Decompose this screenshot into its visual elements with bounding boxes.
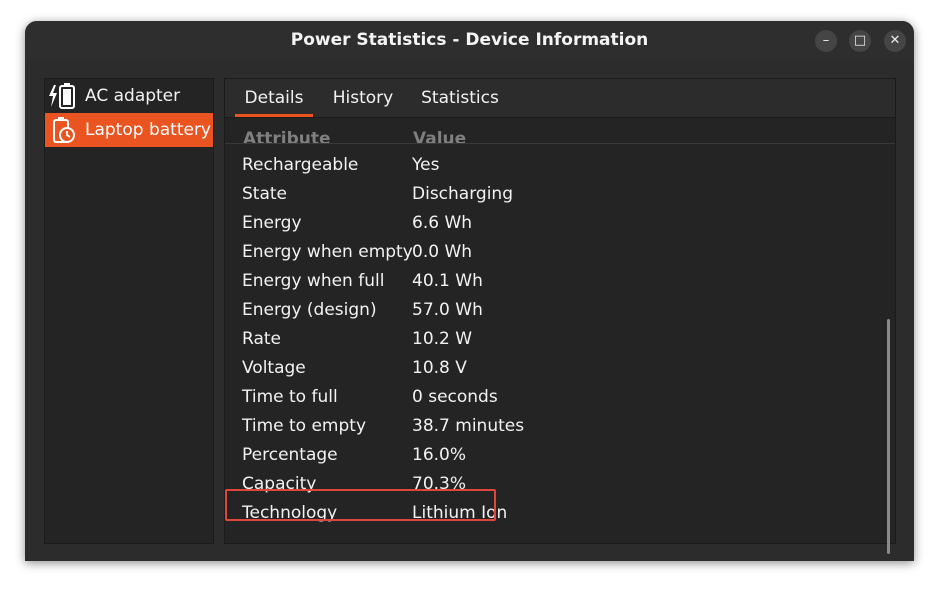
attribute-cell: Energy <box>242 213 302 233</box>
minimize-button[interactable]: – <box>815 30 837 52</box>
value-cell: 6.6 Wh <box>412 213 473 233</box>
details-scrollbar[interactable] <box>887 319 890 554</box>
value-cell: 10.8 V <box>412 358 467 378</box>
device-details-panel: Details History Statistics Attribute Val… <box>224 78 896 544</box>
capacity-highlight-box <box>225 489 496 521</box>
attribute-cell: Energy (design) <box>242 300 377 320</box>
device-item-laptop-battery[interactable]: Laptop battery <box>45 113 213 147</box>
window-title: Power Statistics - Device Information <box>290 30 649 50</box>
tab-statistics[interactable]: Statistics <box>415 79 505 117</box>
value-cell: 57.0 Wh <box>412 300 483 320</box>
header-divider <box>225 143 895 144</box>
value-cell: 0 seconds <box>412 387 498 407</box>
attribute-cell: Energy when empty <box>242 242 413 262</box>
table-row[interactable]: Time to full 0 seconds <box>242 383 862 412</box>
value-cell: Yes <box>412 155 440 175</box>
value-cell: 10.2 W <box>412 329 473 349</box>
table-row[interactable]: Rate 10.2 W <box>242 325 862 354</box>
attribute-cell: Time to empty <box>242 416 367 436</box>
table-row[interactable]: Voltage 10.8 V <box>242 354 862 383</box>
maximize-button[interactable]: □ <box>849 30 871 52</box>
close-button[interactable]: ✕ <box>884 30 906 52</box>
table-row[interactable]: Percentage 16.0% <box>242 441 862 470</box>
device-list: AC adapter Laptop battery <box>44 78 214 544</box>
ac-adapter-icon <box>45 79 79 113</box>
device-item-label: AC adapter <box>85 86 181 106</box>
attribute-cell: Percentage <box>242 445 338 465</box>
table-row[interactable]: Energy 6.6 Wh <box>242 209 862 238</box>
table-row[interactable]: State Discharging <box>242 180 862 209</box>
table-row[interactable]: Energy (design) 57.0 Wh <box>242 296 862 325</box>
attribute-cell: Energy when full <box>242 271 385 291</box>
table-row[interactable]: Energy when full 40.1 Wh <box>242 267 862 296</box>
device-item-label: Laptop battery <box>85 120 211 140</box>
tab-bar: Details History Statistics <box>225 79 895 118</box>
attribute-cell: Rechargeable <box>242 155 359 175</box>
table-row[interactable]: Time to empty 38.7 minutes <box>242 412 862 441</box>
attribute-cell: Voltage <box>242 358 306 378</box>
column-header-attribute[interactable]: Attribute <box>243 129 331 149</box>
attribute-cell: Time to full <box>242 387 338 407</box>
attribute-cell: Rate <box>242 329 281 349</box>
power-statistics-window: Power Statistics - Device Information – … <box>25 21 914 561</box>
value-cell: 38.7 minutes <box>412 416 525 436</box>
attribute-cell: State <box>242 184 287 204</box>
title-bar[interactable]: Power Statistics - Device Information – … <box>25 21 914 61</box>
tab-history[interactable]: History <box>325 79 401 117</box>
tab-details[interactable]: Details <box>235 79 313 117</box>
value-cell: 0.0 Wh <box>412 242 473 262</box>
device-item-ac-adapter[interactable]: AC adapter <box>45 79 213 113</box>
table-row[interactable]: Energy when empty 0.0 Wh <box>242 238 862 267</box>
value-cell: 16.0% <box>412 445 467 465</box>
value-cell: 40.1 Wh <box>412 271 483 291</box>
table-row[interactable]: Rechargeable Yes <box>242 151 862 180</box>
battery-clock-icon <box>45 113 79 147</box>
column-header-value[interactable]: Value <box>413 129 466 149</box>
value-cell: Discharging <box>412 184 513 204</box>
